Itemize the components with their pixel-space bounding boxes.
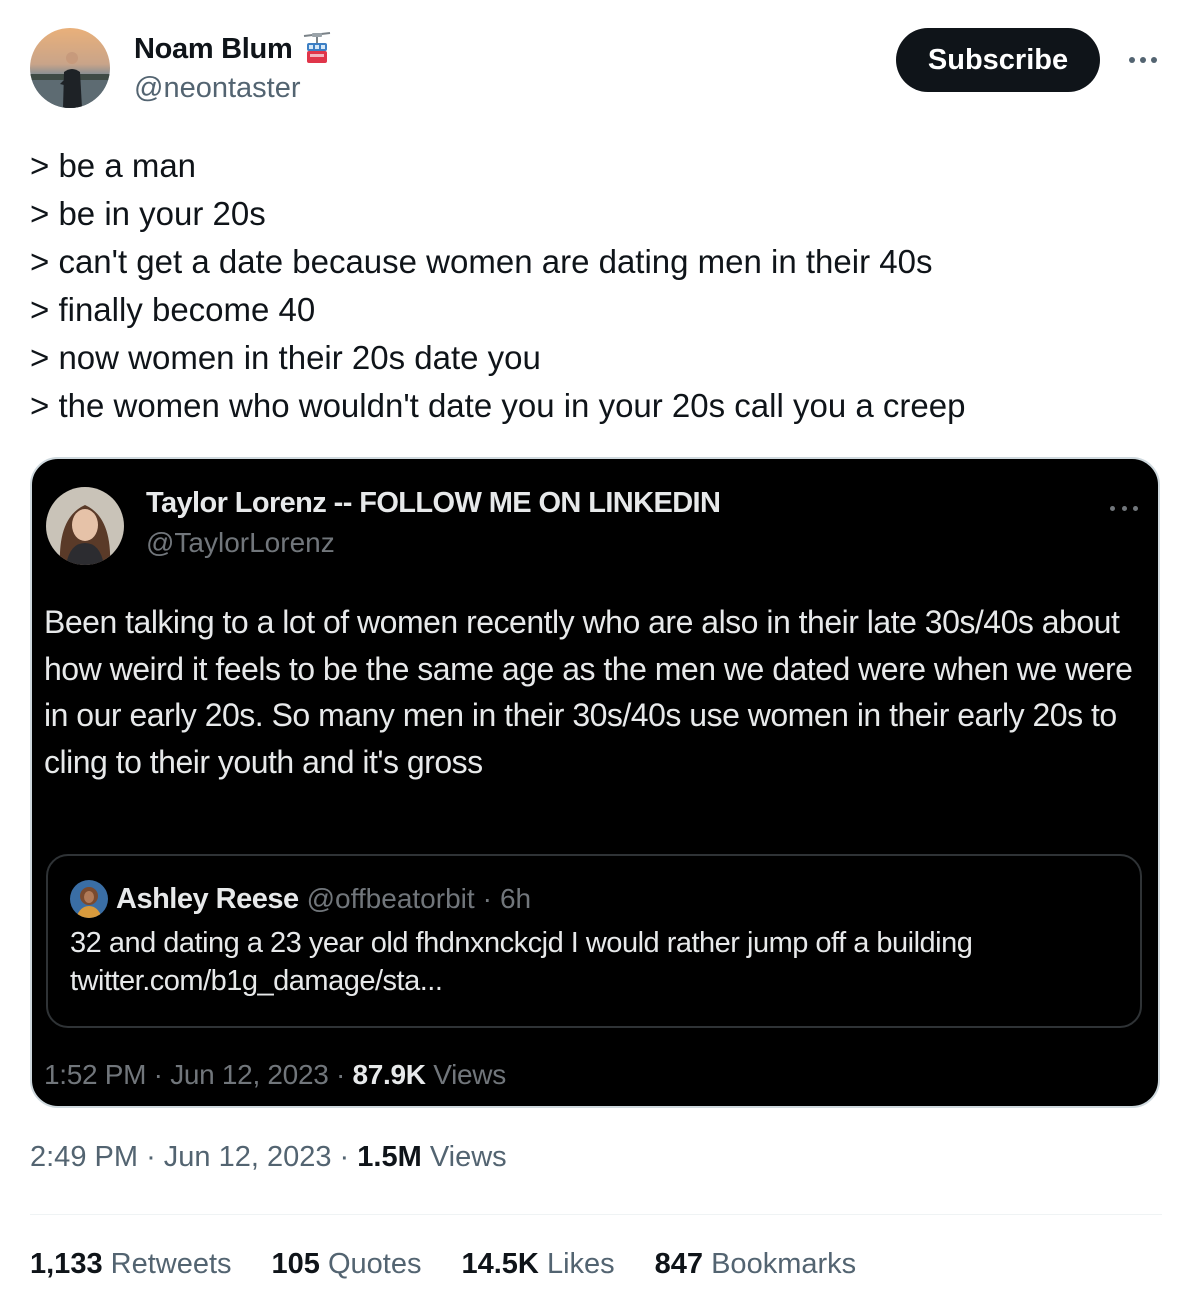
views-count: 1.5M xyxy=(357,1141,422,1173)
tweet-line: > the women who wouldn't date you in you… xyxy=(30,387,966,424)
tweet-text: > be a man > be in your 20s > can't get … xyxy=(30,142,1150,430)
quotes-stat[interactable]: 105 Quotes xyxy=(272,1248,422,1281)
quoted-views-count: 87.9K xyxy=(352,1059,427,1090)
nested-timestamp: 6h xyxy=(499,883,532,914)
dot-separator: · xyxy=(482,883,492,914)
likes-count: 14.5K xyxy=(461,1248,539,1280)
quoted-views-label: Views xyxy=(433,1059,506,1090)
quoted-tweet-screenshot[interactable]: Taylor Lorenz -- FOLLOW ME ON LINKEDIN @… xyxy=(30,457,1160,1108)
more-options-icon[interactable] xyxy=(1126,46,1160,74)
tweet-line: > finally become 40 xyxy=(30,291,316,328)
quotes-count: 105 xyxy=(271,1248,320,1280)
nested-link: twitter.com/b1g_damage/sta... xyxy=(70,965,443,997)
dot-separator: · xyxy=(153,1059,171,1090)
author-avatar[interactable] xyxy=(30,28,110,108)
dot-separator: · xyxy=(336,1059,353,1090)
tweet-meta: 2:49 PM · Jun 12, 2023 · 1.5M Views xyxy=(30,1141,507,1174)
tweet-time[interactable]: 2:49 PM xyxy=(30,1141,138,1173)
nested-quote-text: 32 and dating a 23 year old fhdnxnckcjd … xyxy=(70,924,1120,1000)
likes-stat[interactable]: 14.5K Likes xyxy=(461,1248,614,1281)
nested-author-handle: @offbeatorbit xyxy=(306,883,475,914)
author-name[interactable]: Noam Blum xyxy=(134,33,293,66)
quoted-tweet-meta: 1:52 PM · Jun 12, 2023 · 87.9K Views xyxy=(44,1059,506,1091)
retweets-label: Retweets xyxy=(110,1248,232,1280)
quoted-time: 1:52 PM xyxy=(44,1059,147,1090)
subscribe-button[interactable]: Subscribe xyxy=(896,28,1100,92)
quoted-more-icon xyxy=(1108,501,1140,515)
tweet-date[interactable]: Jun 12, 2023 xyxy=(164,1141,332,1173)
dot-separator: · xyxy=(146,1141,164,1173)
quoted-tweet-text: Been talking to a lot of women recently … xyxy=(44,604,1133,780)
tweet-header: Noam Blum @neontaster Subscribe xyxy=(30,28,1162,110)
quotes-label: Quotes xyxy=(327,1248,422,1280)
quoted-author-avatar xyxy=(46,487,124,565)
likes-label: Likes xyxy=(546,1248,615,1280)
quoted-author-name: Taylor Lorenz -- FOLLOW ME ON LINKEDIN xyxy=(146,487,721,519)
dot-separator: · xyxy=(339,1141,358,1173)
views-label: Views xyxy=(429,1141,507,1173)
engagement-stats: 1,133 Retweets 105 Quotes 14.5K Likes 84… xyxy=(30,1248,856,1281)
nested-author-name: Ashley Reese xyxy=(116,882,299,915)
bookmarks-stat[interactable]: 847 Bookmarks xyxy=(655,1248,857,1281)
nested-quote-header: Ashley Reese @offbeatorbit · 6h xyxy=(70,880,531,918)
nested-quote-card: Ashley Reese @offbeatorbit · 6h 32 and d… xyxy=(46,854,1142,1028)
quoted-author-handle: @TaylorLorenz xyxy=(146,527,335,558)
tweet-line: > be a man xyxy=(30,147,197,184)
quoted-date: Jun 12, 2023 xyxy=(170,1059,329,1090)
author-name-row: Noam Blum xyxy=(134,32,332,66)
tweet-line: > can't get a date because women are dat… xyxy=(30,243,933,280)
tweet-line: > now women in their 20s date you xyxy=(30,339,541,376)
retweets-count: 1,133 xyxy=(30,1248,103,1280)
bookmarks-label: Bookmarks xyxy=(711,1248,857,1280)
aerial-tramway-icon xyxy=(302,32,332,66)
tweet-line: > be in your 20s xyxy=(30,195,266,232)
bookmarks-count: 847 xyxy=(654,1248,704,1280)
nested-text-line: 32 and dating a 23 year old fhdnxnckcjd … xyxy=(70,927,973,959)
divider xyxy=(30,1214,1162,1215)
nested-author-avatar xyxy=(70,880,108,918)
author-handle[interactable]: @neontaster xyxy=(134,72,300,105)
retweets-stat[interactable]: 1,133 Retweets xyxy=(30,1248,232,1281)
